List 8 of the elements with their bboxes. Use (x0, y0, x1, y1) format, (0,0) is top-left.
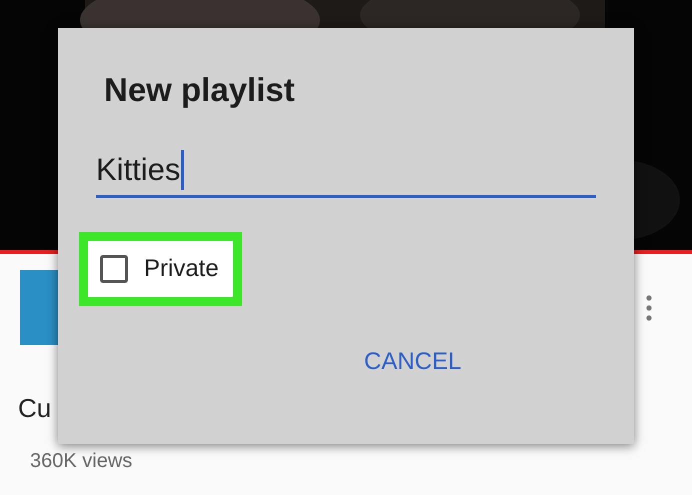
checkbox[interactable] (100, 255, 128, 283)
cancel-button[interactable]: CANCEL (356, 342, 470, 382)
input-field[interactable]: Kitties (96, 149, 596, 198)
dialog-title: New playlist (104, 71, 296, 109)
video-title: Cu (18, 393, 52, 424)
view-count: 360K views (29, 450, 134, 473)
more-icon[interactable] (646, 294, 652, 320)
checkbox-label: Private (144, 255, 219, 283)
